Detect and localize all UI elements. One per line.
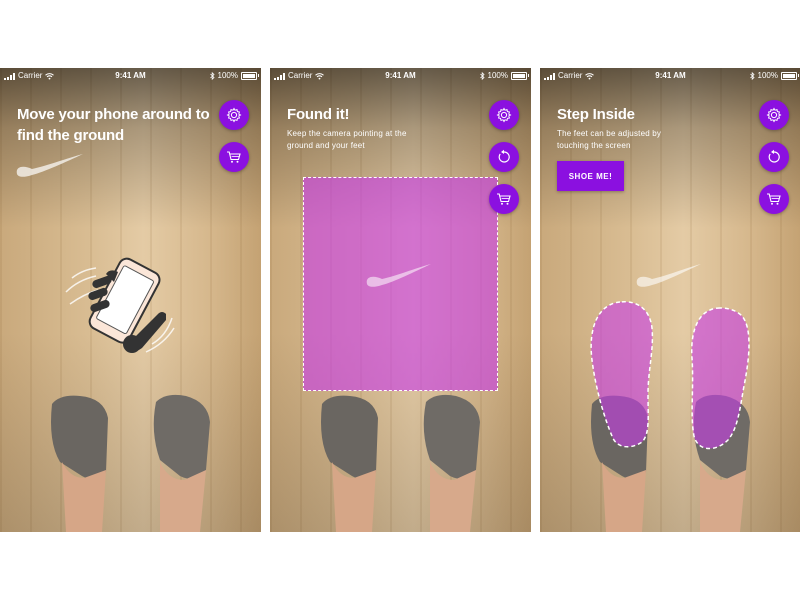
screen-found-it: Carrier 9:41 AM 100% Found it! Keep the … [270, 68, 531, 532]
bluetooth-icon [209, 72, 215, 80]
subtitle-line-1: Keep the camera pointing at the [287, 129, 407, 138]
refresh-icon [498, 149, 510, 163]
cart-button[interactable] [219, 142, 249, 172]
page-subtitle: The feet can be adjusted by touching the… [557, 128, 661, 152]
bluetooth-icon [749, 72, 755, 80]
reset-button[interactable] [489, 142, 519, 172]
subtitle-line-2: touching the screen [557, 141, 631, 150]
battery-icon [511, 72, 529, 80]
cart-icon [227, 151, 241, 163]
phone-in-hand-icon [65, 257, 175, 353]
cart-button[interactable] [489, 184, 519, 214]
feet-image [321, 394, 480, 532]
gear-icon [226, 107, 242, 123]
feet-image [51, 394, 210, 532]
reset-button[interactable] [759, 142, 789, 172]
battery-icon [781, 72, 799, 80]
battery-percent: 100% [757, 71, 778, 80]
status-bar: Carrier 9:41 AM 100% [0, 68, 261, 84]
cart-icon [767, 193, 781, 205]
settings-button[interactable] [759, 100, 789, 130]
swoosh-logo [636, 264, 701, 287]
left-foot-outline[interactable] [590, 301, 654, 448]
battery-percent: 100% [487, 71, 508, 80]
title-line-1: Move your phone around to [17, 106, 210, 123]
page-title: Found it! [287, 106, 350, 123]
battery-icon [241, 72, 259, 80]
right-foot-outline[interactable] [691, 307, 750, 450]
screen-find-ground: Carrier 9:41 AM 100% Move your phone aro… [0, 68, 261, 532]
foot-outlines [590, 301, 750, 450]
swoosh-logo [16, 154, 83, 177]
gear-icon [496, 107, 512, 123]
status-bar: Carrier 9:41 AM 100% [270, 68, 531, 84]
status-bar: Carrier 9:41 AM 100% [540, 68, 800, 84]
swoosh-logo [366, 264, 431, 287]
refresh-icon [768, 149, 780, 163]
bluetooth-icon [479, 72, 485, 80]
shoe-me-button[interactable]: SHOE ME! [557, 161, 624, 191]
subtitle-line-2: ground and your feet [287, 141, 365, 150]
page-title: Move your phone around to find the groun… [17, 104, 210, 146]
title-line-2: find the ground [17, 127, 124, 144]
battery-percent: 100% [217, 71, 238, 80]
screen-step-inside: Carrier 9:41 AM 100% Step Inside The fee… [540, 68, 800, 532]
settings-button[interactable] [219, 100, 249, 130]
cart-button[interactable] [759, 184, 789, 214]
gear-icon [766, 107, 782, 123]
settings-button[interactable] [489, 100, 519, 130]
cart-icon [497, 193, 511, 205]
subtitle-line-1: The feet can be adjusted by [557, 129, 662, 138]
page-title: Step Inside [557, 106, 635, 123]
page-subtitle: Keep the camera pointing at the ground a… [287, 128, 407, 152]
